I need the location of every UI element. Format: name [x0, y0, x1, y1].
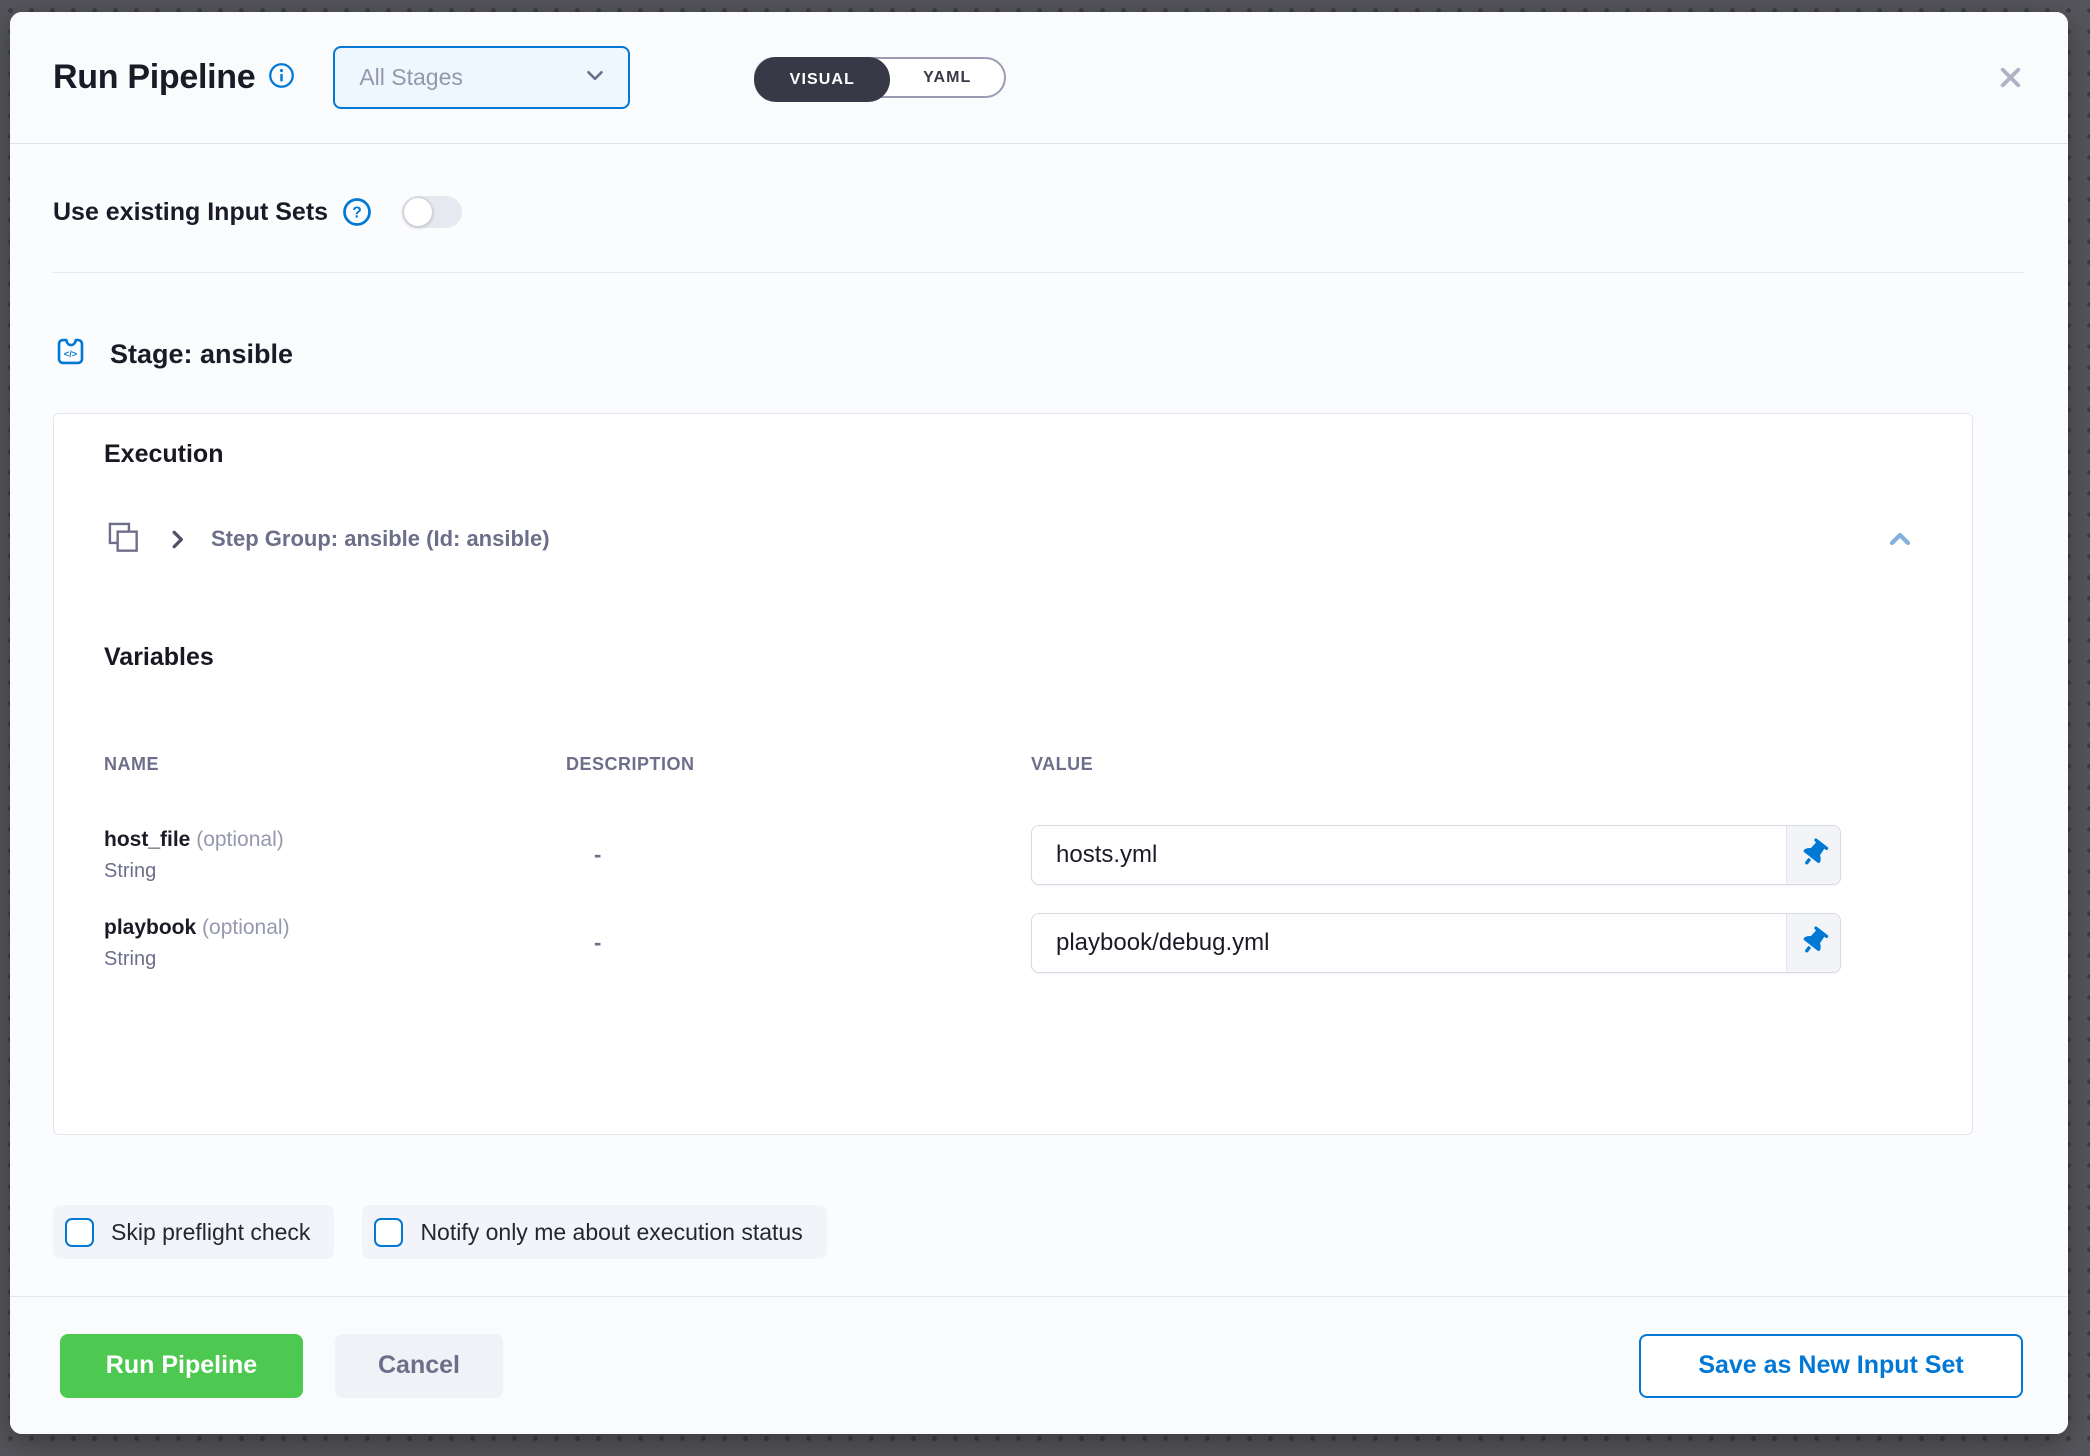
- pin-button[interactable]: [1786, 826, 1840, 884]
- table-row: playbook (optional) String -: [104, 913, 1916, 973]
- notify-only-me-option[interactable]: Notify only me about execution status: [362, 1205, 826, 1259]
- page-title: Run Pipeline: [53, 58, 255, 97]
- notify-only-me-label: Notify only me about execution status: [420, 1219, 802, 1246]
- variable-name: host_file: [104, 828, 190, 851]
- variable-type: String: [104, 948, 566, 971]
- variable-qualifier: (optional): [202, 916, 290, 939]
- save-as-new-input-set-button[interactable]: Save as New Input Set: [1639, 1334, 2023, 1398]
- collapse-section-button[interactable]: [1884, 523, 1916, 555]
- column-header-value: VALUE: [1031, 754, 1916, 775]
- modal-footer: Run Pipeline Cancel Save as New Input Se…: [10, 1296, 2068, 1434]
- help-icon[interactable]: ?: [342, 197, 372, 227]
- input-sets-toggle-switch[interactable]: [402, 196, 462, 228]
- modal-body: Use existing Input Sets ? </> Stage: ans…: [10, 144, 2068, 1296]
- options-row: Skip preflight check Notify only me abou…: [53, 1205, 2025, 1259]
- execution-card: Execution Step Group: ansible (Id: ansib…: [53, 413, 1973, 1135]
- variable-qualifier: (optional): [196, 828, 284, 851]
- host-file-input[interactable]: [1032, 826, 1786, 884]
- step-group-label[interactable]: Step Group: ansible (Id: ansible): [211, 526, 550, 552]
- svg-text:</>: </>: [64, 349, 78, 359]
- value-input-group: [1031, 825, 1841, 885]
- stage-icon: </>: [53, 334, 88, 374]
- visual-yaml-toggle: VISUAL YAML: [754, 57, 1006, 98]
- pipeline-canvas-backdrop: { "header": { "title": "Run Pipeline", "…: [0, 0, 2090, 1456]
- use-existing-input-sets-label: Use existing Input Sets: [53, 198, 328, 227]
- variable-name-cell: host_file (optional) String: [104, 828, 566, 883]
- skip-preflight-checkbox[interactable]: [65, 1218, 94, 1247]
- cancel-button[interactable]: Cancel: [335, 1334, 503, 1398]
- table-row: host_file (optional) String -: [104, 825, 1916, 885]
- pin-icon: [1802, 928, 1826, 958]
- skip-preflight-label: Skip preflight check: [111, 1219, 310, 1246]
- run-pipeline-modal: Run Pipeline All Stages VISUAL YAML: [10, 12, 2068, 1434]
- variable-value-cell: [1031, 913, 1916, 973]
- step-group-row: Step Group: ansible (Id: ansible): [104, 515, 1916, 563]
- run-pipeline-button[interactable]: Run Pipeline: [60, 1334, 303, 1398]
- variables-title: Variables: [104, 643, 1916, 672]
- chevron-down-icon: [582, 62, 608, 93]
- title-wrap: Run Pipeline: [53, 58, 295, 97]
- variable-type: String: [104, 860, 566, 883]
- chevron-up-icon: [1884, 543, 1916, 558]
- variable-name: playbook: [104, 916, 196, 939]
- header-section-divider: [53, 272, 2025, 273]
- value-input-group: [1031, 913, 1841, 973]
- step-group-icon: [104, 518, 142, 561]
- variables-table-header: NAME DESCRIPTION VALUE: [104, 754, 1916, 775]
- notify-only-me-checkbox[interactable]: [374, 1218, 403, 1247]
- use-existing-input-sets-row: Use existing Input Sets ?: [53, 192, 2025, 232]
- variable-description: -: [566, 930, 1031, 956]
- stage-select-dropdown[interactable]: All Stages: [333, 46, 630, 109]
- column-header-description: DESCRIPTION: [566, 754, 1031, 775]
- svg-text:?: ?: [352, 205, 362, 222]
- stage-row: </> Stage: ansible: [53, 335, 2025, 373]
- variable-value-cell: [1031, 825, 1916, 885]
- close-button[interactable]: [1991, 58, 2030, 97]
- tab-yaml[interactable]: YAML: [890, 59, 1004, 96]
- modal-header: Run Pipeline All Stages VISUAL YAML: [10, 12, 2068, 144]
- stage-title: Stage: ansible: [110, 339, 293, 370]
- variable-description: -: [566, 842, 1031, 868]
- column-header-name: NAME: [104, 754, 566, 775]
- playbook-input[interactable]: [1032, 914, 1786, 972]
- variable-name-cell: playbook (optional) String: [104, 916, 566, 971]
- tab-visual[interactable]: VISUAL: [754, 57, 890, 102]
- close-icon: [1995, 81, 2026, 96]
- toggle-knob: [403, 197, 433, 227]
- pin-icon: [1802, 840, 1826, 870]
- skip-preflight-option[interactable]: Skip preflight check: [53, 1205, 334, 1259]
- chevron-right-icon[interactable]: [166, 528, 189, 551]
- info-icon[interactable]: [268, 62, 295, 94]
- stage-select-value: All Stages: [359, 64, 463, 91]
- pin-button[interactable]: [1786, 914, 1840, 972]
- execution-title: Execution: [104, 440, 1916, 469]
